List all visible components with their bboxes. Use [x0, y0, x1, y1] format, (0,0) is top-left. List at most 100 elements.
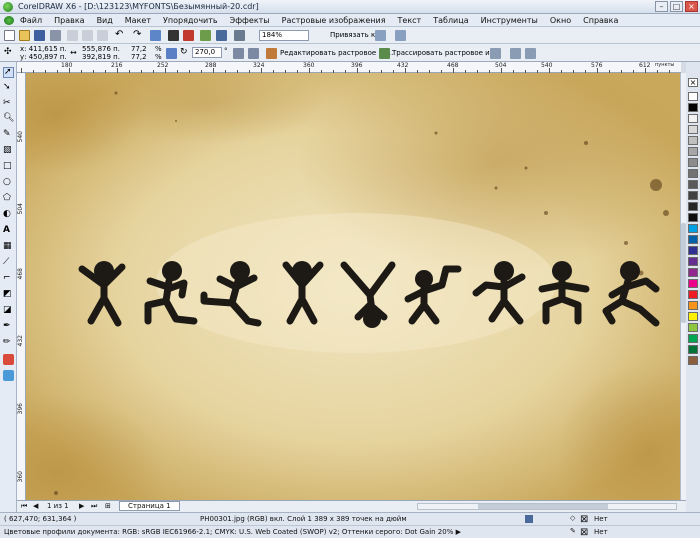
palette-swatch[interactable] [688, 246, 698, 255]
menu-view[interactable]: Вид [97, 16, 113, 25]
menu-text[interactable]: Текст [398, 16, 422, 25]
drawing-canvas[interactable] [26, 73, 680, 500]
trace-bitmap-button[interactable]: Трассировать растровое из... [392, 49, 500, 57]
palette-swatch[interactable] [688, 279, 698, 288]
snap-to-dropdown[interactable]: Привязать к [330, 31, 375, 39]
rotation-angle-field[interactable]: 270,0 [192, 47, 222, 58]
text-tool-icon[interactable]: A [3, 226, 14, 237]
new-document-icon[interactable] [4, 30, 15, 41]
mirror-horizontal-icon[interactable] [233, 48, 244, 59]
palette-swatch[interactable] [688, 268, 698, 277]
export-icon[interactable] [183, 30, 194, 41]
menu-bitmaps[interactable]: Растровые изображения [282, 16, 386, 25]
interactive-fill-tool-icon[interactable] [3, 370, 14, 381]
palette-swatch[interactable] [688, 301, 698, 310]
options-icon[interactable] [375, 30, 386, 41]
bitmap-color-mask-icon[interactable] [490, 48, 501, 59]
menu-help[interactable]: Справка [583, 16, 618, 25]
save-icon[interactable] [34, 30, 45, 41]
menu-tools[interactable]: Инструменты [481, 16, 538, 25]
palette-swatch[interactable] [688, 191, 698, 200]
redo-icon[interactable]: ↷ [133, 30, 144, 41]
palette-swatch[interactable] [688, 356, 698, 365]
palette-swatch[interactable] [688, 312, 698, 321]
vertical-ruler[interactable]: 540 504 468 432 396 360 [17, 73, 26, 500]
page-tab[interactable]: Страница 1 [119, 501, 180, 511]
scale-y-field[interactable]: 77,2 [131, 53, 147, 61]
palette-swatch[interactable] [688, 125, 698, 134]
menu-layout[interactable]: Макет [125, 16, 151, 25]
palette-swatch[interactable] [688, 169, 698, 178]
eyedropper-tool-icon[interactable]: ✒ [3, 322, 14, 333]
close-button[interactable]: × [685, 1, 698, 12]
palette-swatch[interactable] [688, 114, 698, 123]
scale-x-field[interactable]: 77,2 [131, 45, 147, 53]
crop-bitmap-icon[interactable] [525, 48, 536, 59]
palette-swatch[interactable] [688, 235, 698, 244]
outline-indicator-icon[interactable]: ✎ [570, 527, 576, 535]
blend-tool-icon[interactable]: ◩ [3, 290, 14, 301]
menu-table[interactable]: Таблица [433, 16, 468, 25]
welcome-screen-icon[interactable] [216, 30, 227, 41]
zoom-tool-icon[interactable]: 🔍︎ [3, 114, 14, 125]
palette-swatch[interactable] [688, 103, 698, 112]
next-page-button[interactable]: ▶ [79, 502, 84, 510]
prev-page-button[interactable]: ◀ [33, 502, 38, 510]
transparency-tool-icon[interactable]: ◪ [3, 306, 14, 317]
menu-file[interactable]: Файл [20, 16, 42, 25]
palette-swatch[interactable] [688, 213, 698, 222]
palette-swatch[interactable] [688, 147, 698, 156]
lock-ratio-icon[interactable] [166, 48, 177, 59]
palette-swatch[interactable] [688, 224, 698, 233]
palette-swatch[interactable] [688, 323, 698, 332]
paste-icon[interactable] [97, 30, 108, 41]
horizontal-scroll-thumb[interactable] [478, 504, 608, 509]
basic-shapes-tool-icon[interactable]: ◐ [3, 210, 14, 221]
width-field[interactable]: 555,876 п. [82, 45, 120, 53]
parchment-bitmap[interactable] [26, 73, 680, 500]
resample-icon[interactable] [510, 48, 521, 59]
minimize-button[interactable]: – [655, 1, 668, 12]
menu-edit[interactable]: Правка [54, 16, 84, 25]
horizontal-scrollbar[interactable] [417, 503, 677, 510]
dimension-tool-icon[interactable]: ⟋ [3, 258, 14, 269]
horizontal-ruler[interactable]: 180 216 252 288 324 360 396 432 468 504 … [17, 62, 681, 73]
add-page-button[interactable]: ⊞ [105, 502, 111, 510]
position-y-field[interactable]: у: 450,897 п. [20, 53, 67, 61]
no-color-swatch[interactable]: × [688, 78, 698, 87]
palette-swatch[interactable] [688, 92, 698, 101]
full-screen-preview-icon[interactable] [234, 30, 245, 41]
palette-swatch[interactable] [688, 257, 698, 266]
import-icon[interactable] [168, 30, 179, 41]
menu-arrange[interactable]: Упорядочить [163, 16, 218, 25]
ellipse-tool-icon[interactable]: ○ [3, 178, 14, 189]
palette-swatch[interactable] [688, 202, 698, 211]
color-profiles-info[interactable]: Цветовые профили документа: RGB: sRGB IE… [4, 528, 461, 536]
edit-bitmap-button[interactable]: Редактировать растровое из... [280, 49, 393, 57]
shape-tool-icon[interactable]: ➘ [3, 83, 14, 94]
height-field[interactable]: 392,819 п. [82, 53, 120, 61]
palette-swatch[interactable] [688, 136, 698, 145]
mirror-vertical-icon[interactable] [248, 48, 259, 59]
last-page-button[interactable]: ⏭ [91, 502, 97, 511]
crop-tool-icon[interactable]: ✂ [3, 99, 14, 110]
rectangle-tool-icon[interactable]: □ [3, 162, 14, 173]
fill-tool-icon[interactable] [3, 354, 14, 365]
copy-icon[interactable] [82, 30, 93, 41]
palette-swatch[interactable] [688, 290, 698, 299]
color-profile-icon[interactable] [525, 515, 533, 523]
application-launcher-icon[interactable] [200, 30, 211, 41]
open-folder-icon[interactable] [19, 30, 30, 41]
palette-swatch[interactable] [688, 345, 698, 354]
maximize-button[interactable]: □ [670, 1, 683, 12]
cut-icon[interactable] [67, 30, 78, 41]
undo-icon[interactable]: ↶ [115, 30, 126, 41]
smart-fill-tool-icon[interactable]: ▧ [3, 146, 14, 157]
outline-tool-icon[interactable]: ✏ [3, 338, 14, 349]
position-x-field[interactable]: х: 411,615 п. [20, 45, 67, 53]
zoom-level-select[interactable]: 184% [259, 30, 309, 41]
first-page-button[interactable]: ⏮ [21, 502, 27, 511]
document-menu-icon[interactable] [4, 16, 14, 25]
print-icon[interactable] [50, 30, 61, 41]
palette-swatch[interactable] [688, 334, 698, 343]
